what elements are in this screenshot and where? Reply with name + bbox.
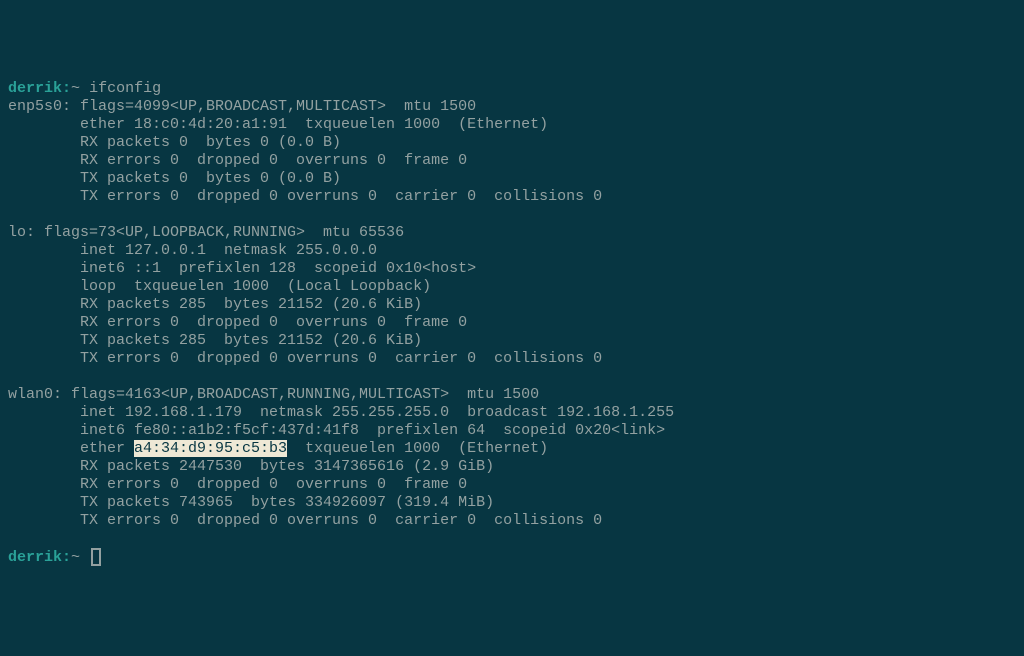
wlan0-mac-highlighted: a4:34:d9:95:c5:b3 xyxy=(134,440,287,457)
prompt-sep-2: : xyxy=(62,549,71,566)
enp5s0-rx-errors: RX errors 0 dropped 0 overruns 0 frame 0 xyxy=(8,152,467,169)
enp5s0-ether: ether 18:c0:4d:20:a1:91 txqueuelen 1000 … xyxy=(8,116,548,133)
wlan0-flags: wlan0: flags=4163<UP,BROADCAST,RUNNING,M… xyxy=(8,386,539,403)
prompt-path: ~ xyxy=(71,80,80,97)
enp5s0-tx-packets: TX packets 0 bytes 0 (0.0 B) xyxy=(8,170,341,187)
lo-tx-errors: TX errors 0 dropped 0 overruns 0 carrier… xyxy=(8,350,602,367)
wlan0-tx-packets: TX packets 743965 bytes 334926097 (319.4… xyxy=(8,494,494,511)
cursor-icon xyxy=(91,548,101,566)
lo-tx-packets: TX packets 285 bytes 21152 (20.6 KiB) xyxy=(8,332,422,349)
lo-inet: inet 127.0.0.1 netmask 255.0.0.0 xyxy=(8,242,377,259)
enp5s0-rx-packets: RX packets 0 bytes 0 (0.0 B) xyxy=(8,134,341,151)
prompt-user: derrik xyxy=(8,80,62,97)
wlan0-ether-post: txqueuelen 1000 (Ethernet) xyxy=(287,440,548,457)
wlan0-inet: inet 192.168.1.179 netmask 255.255.255.0… xyxy=(8,404,674,421)
wlan0-ether-pre: ether xyxy=(8,440,134,457)
prompt-sep: : xyxy=(62,80,71,97)
lo-loop: loop txqueuelen 1000 (Local Loopback) xyxy=(8,278,431,295)
wlan0-tx-errors: TX errors 0 dropped 0 overruns 0 carrier… xyxy=(8,512,602,529)
enp5s0-tx-errors: TX errors 0 dropped 0 overruns 0 carrier… xyxy=(8,188,602,205)
terminal-output[interactable]: derrik:~ ifconfig enp5s0: flags=4099<UP,… xyxy=(8,80,1016,567)
prompt-user-2: derrik xyxy=(8,549,62,566)
lo-rx-packets: RX packets 285 bytes 21152 (20.6 KiB) xyxy=(8,296,422,313)
prompt-path-2: ~ xyxy=(71,549,80,566)
wlan0-rx-errors: RX errors 0 dropped 0 overruns 0 frame 0 xyxy=(8,476,467,493)
wlan0-rx-packets: RX packets 2447530 bytes 3147365616 (2.9… xyxy=(8,458,494,475)
lo-inet6: inet6 ::1 prefixlen 128 scopeid 0x10<hos… xyxy=(8,260,476,277)
lo-rx-errors: RX errors 0 dropped 0 overruns 0 frame 0 xyxy=(8,314,467,331)
lo-flags: lo: flags=73<UP,LOOPBACK,RUNNING> mtu 65… xyxy=(8,224,404,241)
wlan0-inet6: inet6 fe80::a1b2:f5cf:437d:41f8 prefixle… xyxy=(8,422,665,439)
enp5s0-flags: enp5s0: flags=4099<UP,BROADCAST,MULTICAS… xyxy=(8,98,476,115)
command-ifconfig: ifconfig xyxy=(89,80,161,97)
